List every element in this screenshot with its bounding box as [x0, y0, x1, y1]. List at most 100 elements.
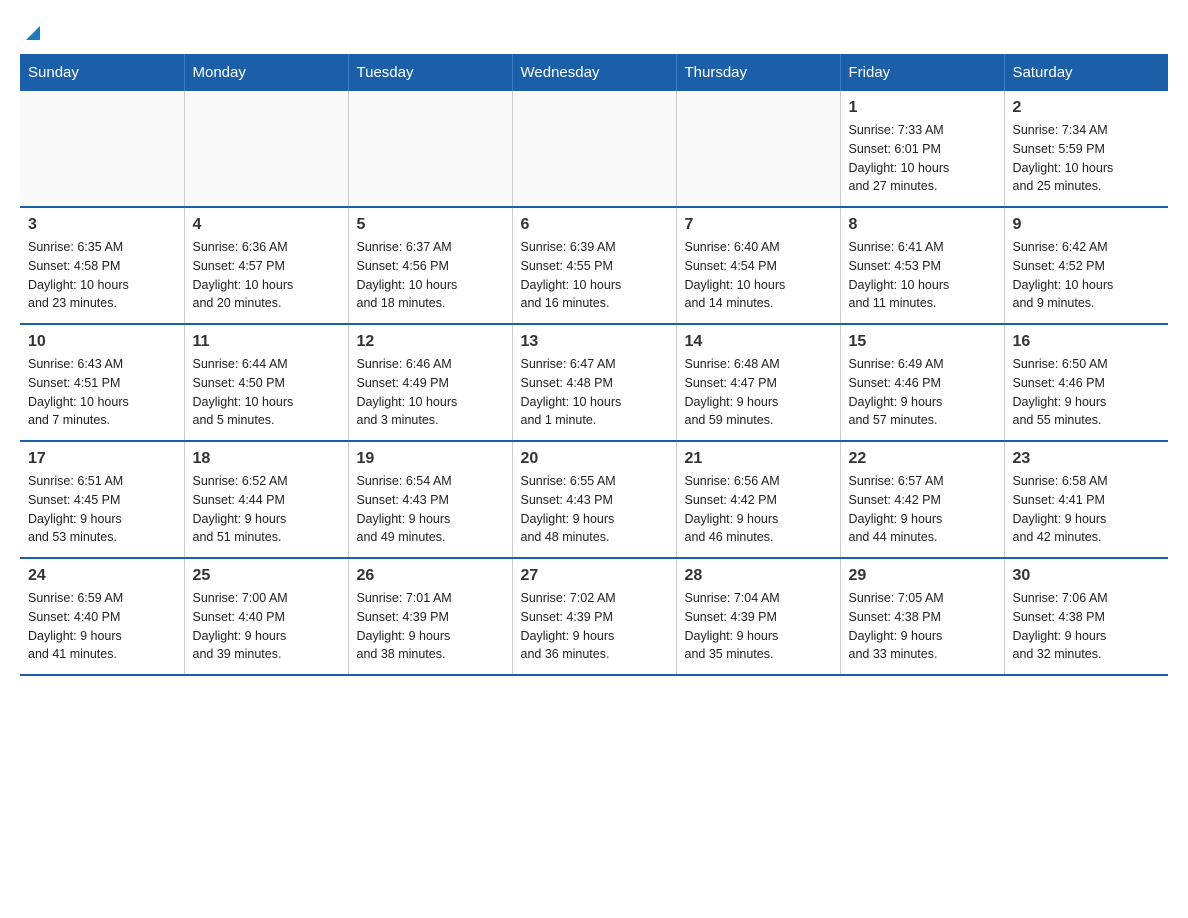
calendar-cell — [184, 91, 348, 207]
calendar-cell — [20, 91, 184, 207]
calendar-cell: 9 Sunrise: 6:42 AM Sunset: 4:52 PM Daylig… — [1004, 207, 1168, 324]
day-info: Sunrise: 6:36 AM Sunset: 4:57 PM Dayligh… — [193, 238, 340, 313]
calendar-cell: 28 Sunrise: 7:04 AM Sunset: 4:39 PM Dayli… — [676, 558, 840, 675]
calendar-cell: 22 Sunrise: 6:57 AM Sunset: 4:42 PM Dayli… — [840, 441, 1004, 558]
calendar-cell: 16Sunrise: 6:50 AM Sunset: 4:46 PM Dayli… — [1004, 324, 1168, 441]
day-info: Sunrise: 6:46 AM Sunset: 4:49 PM Dayligh… — [357, 355, 504, 430]
day-number: 13 — [521, 333, 668, 351]
day-number: 5 — [357, 216, 504, 234]
day-number: 9 — [1013, 216, 1161, 234]
calendar-cell: 24 Sunrise: 6:59 AM Sunset: 4:40 PM Dayli… — [20, 558, 184, 675]
day-info: Sunrise: 6:49 AM Sunset: 4:46 PM Dayligh… — [849, 355, 996, 430]
calendar-cell: 26 Sunrise: 7:01 AM Sunset: 4:39 PM Dayli… — [348, 558, 512, 675]
calendar-cell: 13 Sunrise: 6:47 AM Sunset: 4:48 PM Dayli… — [512, 324, 676, 441]
day-number: 27 — [521, 567, 668, 585]
day-info: Sunrise: 7:04 AM Sunset: 4:39 PM Dayligh… — [685, 589, 832, 664]
calendar-header-row: SundayMondayTuesdayWednesdayThursdayFrid… — [20, 54, 1168, 91]
day-number: 11 — [193, 333, 340, 351]
calendar-cell: 7 Sunrise: 6:40 AM Sunset: 4:54 PM Daylig… — [676, 207, 840, 324]
calendar-cell: 30Sunrise: 7:06 AM Sunset: 4:38 PM Dayli… — [1004, 558, 1168, 675]
day-info: Sunrise: 6:42 AM Sunset: 4:52 PM Dayligh… — [1013, 238, 1161, 313]
day-number: 20 — [521, 450, 668, 468]
day-number: 8 — [849, 216, 996, 234]
day-number: 16 — [1013, 333, 1161, 351]
calendar-table: SundayMondayTuesdayWednesdayThursdayFrid… — [20, 54, 1168, 676]
day-info: Sunrise: 6:40 AM Sunset: 4:54 PM Dayligh… — [685, 238, 832, 313]
page-header — [20, 20, 1168, 44]
day-number: 26 — [357, 567, 504, 585]
day-info: Sunrise: 6:43 AM Sunset: 4:51 PM Dayligh… — [28, 355, 176, 430]
day-info: Sunrise: 6:54 AM Sunset: 4:43 PM Dayligh… — [357, 472, 504, 547]
day-number: 14 — [685, 333, 832, 351]
calendar-cell: 6 Sunrise: 6:39 AM Sunset: 4:55 PM Daylig… — [512, 207, 676, 324]
day-number: 21 — [685, 450, 832, 468]
day-number: 12 — [357, 333, 504, 351]
day-number: 29 — [849, 567, 996, 585]
day-info: Sunrise: 6:55 AM Sunset: 4:43 PM Dayligh… — [521, 472, 668, 547]
day-info: Sunrise: 6:57 AM Sunset: 4:42 PM Dayligh… — [849, 472, 996, 547]
day-info: Sunrise: 7:00 AM Sunset: 4:40 PM Dayligh… — [193, 589, 340, 664]
calendar-cell: 20 Sunrise: 6:55 AM Sunset: 4:43 PM Dayli… — [512, 441, 676, 558]
header-tuesday: Tuesday — [348, 54, 512, 91]
day-number: 28 — [685, 567, 832, 585]
day-info: Sunrise: 6:39 AM Sunset: 4:55 PM Dayligh… — [521, 238, 668, 313]
day-info: Sunrise: 6:44 AM Sunset: 4:50 PM Dayligh… — [193, 355, 340, 430]
calendar-cell: 11 Sunrise: 6:44 AM Sunset: 4:50 PM Dayli… — [184, 324, 348, 441]
calendar-cell: 8 Sunrise: 6:41 AM Sunset: 4:53 PM Daylig… — [840, 207, 1004, 324]
day-number: 1 — [849, 99, 996, 117]
calendar-cell — [676, 91, 840, 207]
day-info: Sunrise: 7:33 AM Sunset: 6:01 PM Dayligh… — [849, 121, 996, 196]
calendar-cell: 15 Sunrise: 6:49 AM Sunset: 4:46 PM Dayli… — [840, 324, 1004, 441]
calendar-cell: 18Sunrise: 6:52 AM Sunset: 4:44 PM Dayli… — [184, 441, 348, 558]
calendar-cell — [348, 91, 512, 207]
calendar-cell: 12 Sunrise: 6:46 AM Sunset: 4:49 PM Dayli… — [348, 324, 512, 441]
day-number: 22 — [849, 450, 996, 468]
day-number: 30 — [1013, 567, 1161, 585]
day-info: Sunrise: 7:02 AM Sunset: 4:39 PM Dayligh… — [521, 589, 668, 664]
calendar-week-1: 1 Sunrise: 7:33 AM Sunset: 6:01 PM Daylig… — [20, 91, 1168, 207]
header-thursday: Thursday — [676, 54, 840, 91]
day-info: Sunrise: 6:51 AM Sunset: 4:45 PM Dayligh… — [28, 472, 176, 547]
day-info: Sunrise: 7:34 AM Sunset: 5:59 PM Dayligh… — [1013, 121, 1161, 196]
day-number: 15 — [849, 333, 996, 351]
day-info: Sunrise: 6:56 AM Sunset: 4:42 PM Dayligh… — [685, 472, 832, 547]
day-number: 17 — [28, 450, 176, 468]
calendar-cell: 17 Sunrise: 6:51 AM Sunset: 4:45 PM Dayli… — [20, 441, 184, 558]
calendar-cell: 1 Sunrise: 7:33 AM Sunset: 6:01 PM Daylig… — [840, 91, 1004, 207]
day-number: 3 — [28, 216, 176, 234]
calendar-cell: 23 Sunrise: 6:58 AM Sunset: 4:41 PM Dayli… — [1004, 441, 1168, 558]
calendar-cell: 14 Sunrise: 6:48 AM Sunset: 4:47 PM Dayli… — [676, 324, 840, 441]
header-monday: Monday — [184, 54, 348, 91]
day-number: 7 — [685, 216, 832, 234]
day-info: Sunrise: 6:47 AM Sunset: 4:48 PM Dayligh… — [521, 355, 668, 430]
calendar-cell: 2Sunrise: 7:34 AM Sunset: 5:59 PM Daylig… — [1004, 91, 1168, 207]
calendar-cell — [512, 91, 676, 207]
day-info: Sunrise: 6:35 AM Sunset: 4:58 PM Dayligh… — [28, 238, 176, 313]
day-number: 6 — [521, 216, 668, 234]
day-info: Sunrise: 7:01 AM Sunset: 4:39 PM Dayligh… — [357, 589, 504, 664]
calendar-cell: 29 Sunrise: 7:05 AM Sunset: 4:38 PM Dayli… — [840, 558, 1004, 675]
calendar-cell: 5 Sunrise: 6:37 AM Sunset: 4:56 PM Daylig… — [348, 207, 512, 324]
day-info: Sunrise: 7:05 AM Sunset: 4:38 PM Dayligh… — [849, 589, 996, 664]
calendar-cell: 10Sunrise: 6:43 AM Sunset: 4:51 PM Dayli… — [20, 324, 184, 441]
calendar-cell: 21 Sunrise: 6:56 AM Sunset: 4:42 PM Dayli… — [676, 441, 840, 558]
logo — [20, 20, 44, 44]
day-info: Sunrise: 6:41 AM Sunset: 4:53 PM Dayligh… — [849, 238, 996, 313]
day-info: Sunrise: 6:48 AM Sunset: 4:47 PM Dayligh… — [685, 355, 832, 430]
day-info: Sunrise: 6:37 AM Sunset: 4:56 PM Dayligh… — [357, 238, 504, 313]
day-number: 25 — [193, 567, 340, 585]
day-info: Sunrise: 6:59 AM Sunset: 4:40 PM Dayligh… — [28, 589, 176, 664]
day-number: 19 — [357, 450, 504, 468]
calendar-cell: 25 Sunrise: 7:00 AM Sunset: 4:40 PM Dayli… — [184, 558, 348, 675]
header-friday: Friday — [840, 54, 1004, 91]
day-number: 4 — [193, 216, 340, 234]
day-info: Sunrise: 6:58 AM Sunset: 4:41 PM Dayligh… — [1013, 472, 1161, 547]
day-number: 23 — [1013, 450, 1161, 468]
header-sunday: Sunday — [20, 54, 184, 91]
day-number: 24 — [28, 567, 176, 585]
calendar-cell: 4 Sunrise: 6:36 AM Sunset: 4:57 PM Daylig… — [184, 207, 348, 324]
calendar-week-3: 10Sunrise: 6:43 AM Sunset: 4:51 PM Dayli… — [20, 324, 1168, 441]
day-info: Sunrise: 6:52 AM Sunset: 4:44 PM Dayligh… — [193, 472, 340, 547]
calendar-cell: 27 Sunrise: 7:02 AM Sunset: 4:39 PM Dayli… — [512, 558, 676, 675]
calendar-cell: 3 Sunrise: 6:35 AM Sunset: 4:58 PM Daylig… — [20, 207, 184, 324]
